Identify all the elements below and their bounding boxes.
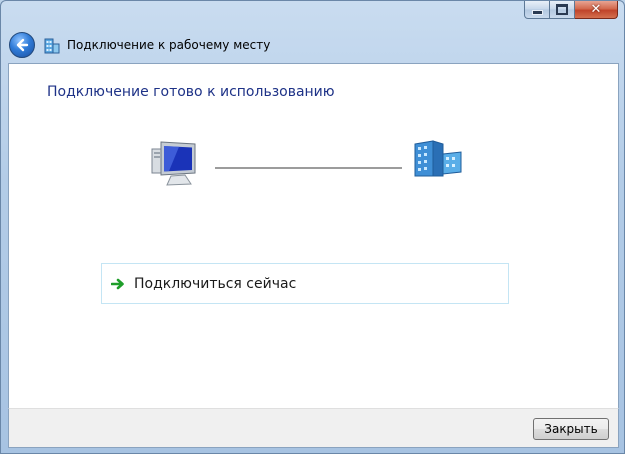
- maximize-button[interactable]: [550, 1, 575, 19]
- corporate-building-icon: [414, 140, 462, 177]
- wizard-footer: Закрыть: [8, 408, 619, 448]
- wizard-content: Подключение готово к использованию Подкл…: [8, 63, 619, 408]
- green-arrow-icon: [110, 276, 126, 292]
- caption-buttons: ✕: [524, 1, 618, 21]
- computer-icon: [151, 141, 196, 186]
- connection-diagram: [151, 140, 462, 186]
- navigation-bar: Подключение к рабочему месту: [9, 31, 270, 59]
- minimize-button[interactable]: [524, 1, 550, 19]
- minimize-icon: [531, 9, 543, 15]
- connect-now-option[interactable]: Подключиться сейчас: [101, 263, 509, 304]
- workplace-network-icon: [43, 36, 61, 54]
- back-button[interactable]: [9, 32, 35, 58]
- window-title: Подключение к рабочему месту: [67, 38, 271, 52]
- window-close-button[interactable]: ✕: [575, 1, 618, 19]
- close-icon: ✕: [590, 2, 602, 17]
- close-button[interactable]: Закрыть: [533, 418, 609, 440]
- connect-now-label: Подключиться сейчас: [134, 275, 297, 292]
- maximize-icon: [556, 4, 568, 15]
- back-arrow-icon: [16, 38, 29, 52]
- dialog-window: ✕ Подключение к рабочему месту Подключен…: [0, 0, 625, 454]
